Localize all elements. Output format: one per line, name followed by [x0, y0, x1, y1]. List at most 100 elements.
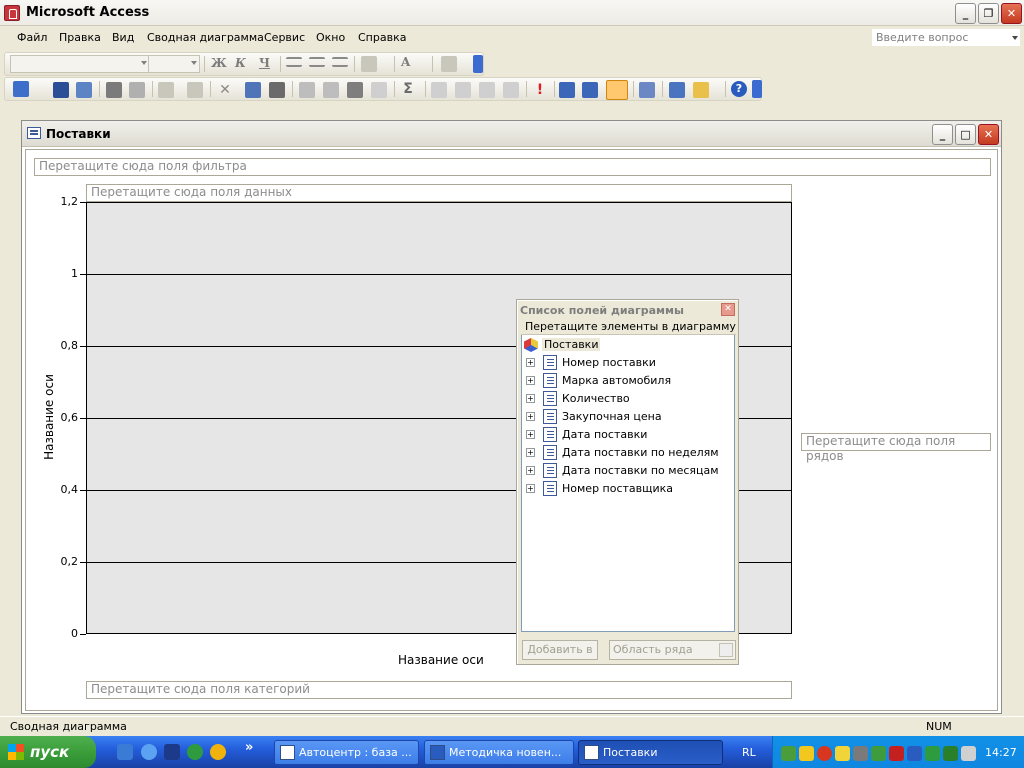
data-drop-zone[interactable]: Перетащите сюда поля данных [86, 184, 792, 202]
align-center-icon[interactable] [309, 57, 325, 67]
chart-type-icon[interactable] [639, 82, 655, 98]
task-postavki[interactable]: Поставки [578, 740, 723, 765]
tray-download-icon[interactable] [943, 746, 958, 761]
expand-plus-icon[interactable]: + [526, 484, 535, 493]
underline-icon[interactable]: Ч [259, 56, 270, 70]
task-access-db[interactable]: Автоцентр : база ... [274, 740, 419, 765]
help-question-input[interactable]: Введите вопрос [872, 29, 1020, 46]
minimize-button[interactable]: _ [955, 3, 976, 24]
menu-file[interactable]: Файл [17, 31, 47, 44]
field-item[interactable]: + Дата поставки по месяцам [522, 462, 734, 480]
x-axis-title[interactable]: Название оси [398, 653, 484, 667]
tray-app-icon[interactable] [871, 746, 886, 761]
series-drop-zone[interactable]: Перетащите сюда поля рядов [801, 433, 991, 463]
tray-volume-icon[interactable] [961, 746, 976, 761]
menu-window[interactable]: Окно [316, 31, 345, 44]
new-object-icon[interactable] [693, 82, 709, 98]
expand-plus-icon[interactable]: + [526, 430, 535, 439]
tray-update-icon[interactable] [907, 746, 922, 761]
line-color-icon[interactable] [441, 56, 457, 72]
font-size-combo[interactable] [148, 55, 200, 73]
database-window-icon[interactable] [669, 82, 685, 98]
y-axis-title[interactable]: Название оси [42, 362, 56, 472]
clock[interactable]: 14:27 [985, 746, 1017, 759]
field-list-grid-icon[interactable] [559, 82, 575, 98]
quicklaunch-chevron[interactable]: » [245, 740, 253, 755]
expand-plus-icon[interactable]: + [526, 448, 535, 457]
window-maximize-button[interactable]: □ [955, 124, 976, 145]
tray-antivirus-icon[interactable] [817, 746, 832, 761]
print-preview-icon[interactable] [129, 82, 145, 98]
ie-icon[interactable] [141, 744, 157, 760]
window-minimize-button[interactable]: _ [932, 124, 953, 145]
expand-plus-icon[interactable]: + [526, 466, 535, 475]
expand-plus-icon[interactable]: + [526, 412, 535, 421]
floppy-icon[interactable] [164, 744, 180, 760]
bold-icon[interactable]: Ж [211, 56, 227, 70]
delete-icon[interactable]: ✕ [217, 82, 233, 98]
tray-shield-icon[interactable] [799, 746, 814, 761]
autofilter-icon[interactable] [347, 82, 363, 98]
chevron-down-icon[interactable] [719, 643, 733, 657]
sort-descending-icon[interactable] [323, 82, 339, 98]
font-color-icon[interactable]: A [401, 55, 410, 69]
field-item[interactable]: + Номер поставщика [522, 480, 734, 498]
properties-icon[interactable] [245, 82, 261, 98]
toolbar-options-icon[interactable] [752, 80, 762, 98]
toolbar-options-icon[interactable] [473, 55, 483, 73]
task-word-doc[interactable]: Методичка новен... [424, 740, 574, 765]
sort-icon[interactable] [269, 82, 285, 98]
top-bottom-icon[interactable] [371, 82, 387, 98]
field-list-toggle-icon[interactable] [606, 80, 628, 100]
menu-view[interactable]: Вид [112, 31, 134, 44]
drop-zones-icon[interactable] [582, 82, 598, 98]
menu-help[interactable]: Справка [358, 31, 406, 44]
tray-security-icon[interactable] [925, 746, 940, 761]
category-drop-zone[interactable]: Перетащите сюда поля категорий [86, 681, 792, 699]
start-button[interactable]: пуск [0, 736, 96, 768]
tray-warning-icon[interactable] [835, 746, 850, 761]
view-icon[interactable] [13, 81, 29, 97]
align-right-icon[interactable] [332, 57, 348, 67]
field-item[interactable]: + Дата поставки [522, 426, 734, 444]
expand-plus-icon[interactable]: + [526, 376, 535, 385]
tray-kaspersky-icon[interactable] [889, 746, 904, 761]
field-list-close-icon[interactable]: ✕ [721, 303, 735, 316]
area-select[interactable]: Область ряда [609, 640, 736, 660]
close-button[interactable]: ✕ [1001, 3, 1022, 24]
media-player-icon[interactable] [187, 744, 203, 760]
field-item[interactable]: + Марка автомобиля [522, 372, 734, 390]
field-item[interactable]: + Закупочная цена [522, 408, 734, 426]
email-icon[interactable] [187, 82, 203, 98]
hide-details-icon[interactable] [503, 82, 519, 98]
restore-button[interactable]: ❐ [978, 3, 999, 24]
field-item[interactable]: + Номер поставки [522, 354, 734, 372]
file-search-icon[interactable] [76, 82, 92, 98]
sort-ascending-icon[interactable] [299, 82, 315, 98]
icq-icon[interactable] [210, 744, 226, 760]
desktop-icon[interactable] [117, 744, 133, 760]
autocalc-sum-icon[interactable]: Σ [400, 81, 416, 97]
field-item[interactable]: + Количество [522, 390, 734, 408]
language-indicator[interactable]: RL [742, 746, 756, 759]
window-close-button[interactable]: ✕ [978, 124, 999, 145]
filter-drop-zone[interactable]: Перетащите сюда поля фильтра [34, 158, 991, 176]
menu-tools[interactable]: Сервис [264, 31, 305, 44]
collapse-icon[interactable] [455, 82, 471, 98]
help-icon[interactable]: ? [731, 81, 747, 97]
expand-icon[interactable] [431, 82, 447, 98]
tree-root[interactable]: Поставки [522, 336, 734, 354]
tray-connection-icon[interactable] [853, 746, 868, 761]
expand-plus-icon[interactable]: + [526, 394, 535, 403]
tray-network-icon[interactable] [781, 746, 796, 761]
add-to-button[interactable]: Добавить в [522, 640, 598, 660]
access-app-icon[interactable] [4, 5, 20, 21]
menu-pivotchart[interactable]: Сводная диаграмма [147, 31, 264, 44]
italic-icon[interactable]: К [235, 56, 246, 70]
align-left-icon[interactable] [286, 57, 302, 67]
object-combo[interactable] [10, 55, 150, 73]
menu-edit[interactable]: Правка [59, 31, 101, 44]
undo-icon[interactable] [158, 82, 174, 98]
save-icon[interactable] [53, 82, 69, 98]
show-details-icon[interactable] [479, 82, 495, 98]
